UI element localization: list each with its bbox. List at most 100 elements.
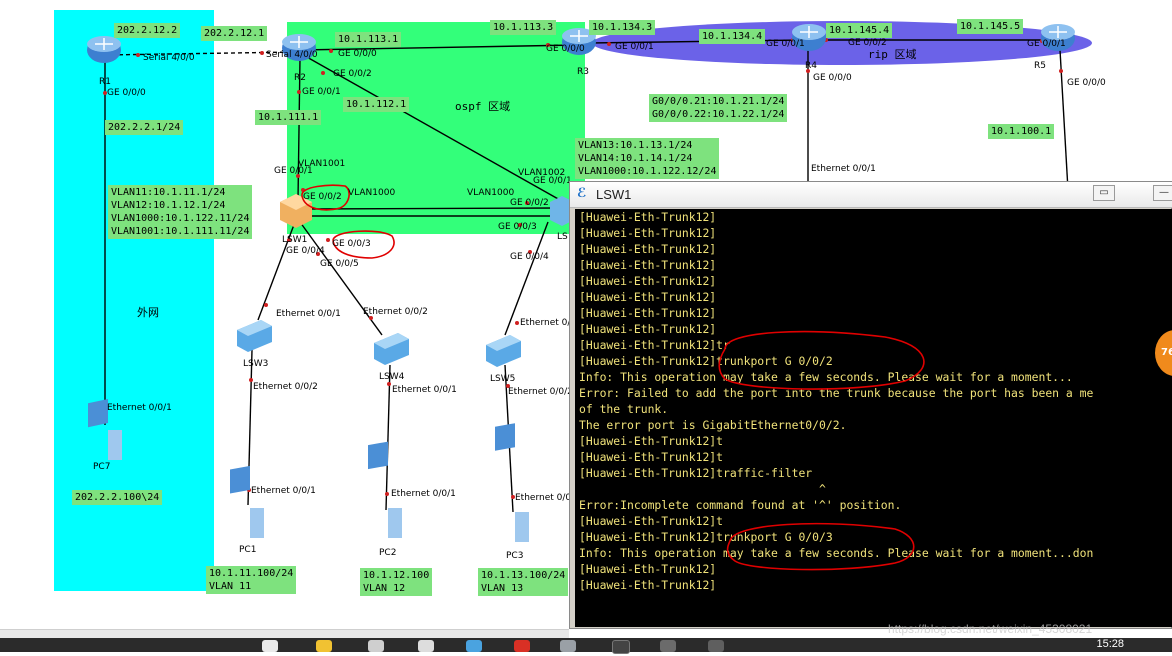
port-lsw1-g005: GE 0/0/5 [320, 259, 359, 269]
watermark: https://blog.csdn.net/weixin_45308021 [888, 622, 1093, 636]
port-lsw2-g003: GE 0/0/3 [498, 222, 537, 232]
label-pc3-ip: 10.1.13.100/24 VLAN 13 [478, 568, 569, 596]
link-lsw1-lsw2-a [304, 207, 561, 210]
taskbar: 15:28 [0, 638, 1172, 654]
console-line: [Huawei-Eth-Trunk12] [579, 562, 717, 576]
app-icon-9[interactable] [660, 640, 676, 652]
port-lsw2-g004: GE 0/0/4 [510, 252, 549, 262]
lsw1-name: LSW1 [282, 235, 308, 245]
label-r5-145: 10.1.145.5 [957, 19, 1024, 34]
console-line: Info: This operation may take a few seco… [579, 370, 1073, 384]
console-line: [Huawei-Eth-Trunk12]t [579, 450, 724, 464]
folder-icon[interactable] [316, 640, 332, 652]
console-line: of the trunk. [579, 402, 669, 416]
console-line: [Huawei-Eth-Trunk12] [579, 578, 717, 592]
label-r1-out: 202.2.2.1/24 [105, 120, 184, 135]
label-r3-134: 10.1.134.3 [589, 20, 656, 35]
port-lsw4-up: Ethernet 0/0/2 [363, 307, 428, 317]
access-switch-lsw3[interactable] [237, 320, 272, 352]
console-line: [Huawei-Eth-Trunk12] [579, 226, 717, 240]
console-line: Info: This operation may take a few seco… [579, 546, 1094, 560]
r4-name: R4 [805, 61, 817, 71]
app-icon-1[interactable] [262, 640, 278, 652]
port-r1-ge: GE 0/0/0 [107, 88, 146, 98]
r1-name: R1 [99, 77, 111, 87]
app-icon-7[interactable] [560, 640, 576, 652]
label-lsw1-vlans: VLAN11:10.1.11.1/24 VLAN12:10.1.12.1/24 … [108, 185, 253, 239]
terminal-app-icon: ℰ [577, 186, 587, 201]
console-line: Error:Incomplete command found at '^' po… [579, 498, 902, 512]
console-line: [Huawei-Eth-Trunk12] [579, 322, 717, 336]
console-line: Error: Failed to add the port into the t… [579, 386, 1094, 400]
port-lsw2-g002: GE 0/0/2 [510, 198, 549, 208]
label-r2-serial-ip: 202.2.12.1 [201, 26, 268, 41]
router-r1[interactable] [87, 36, 121, 63]
port-lsw1-g004: GE 0/0/4 [286, 246, 325, 256]
port-lsw2-g001: GE 0/0/1 [533, 176, 572, 186]
label-r4-145: 10.1.145.4 [826, 23, 893, 38]
console-line: [Huawei-Eth-Trunk12]trunkport G 0/0/3 [579, 530, 833, 544]
r2-name: R2 [294, 73, 306, 83]
pc2-name: PC2 [379, 548, 397, 558]
app-icon-10[interactable] [708, 640, 724, 652]
console-line: [Huawei-Eth-Trunk12] [579, 290, 717, 304]
port-r4-eth: Ethernet 0/0/1 [811, 164, 876, 174]
label-pc1-ip: 10.1.11.100/24 VLAN 11 [206, 566, 297, 594]
label-r5-100: 10.1.100.1 [988, 124, 1055, 139]
label-pc2-ip: 10.1.12.100 VLAN 12 [360, 568, 433, 596]
console-line: [Huawei-Eth-Trunk12]tr [579, 338, 730, 352]
taskbar-clock[interactable]: 15:28 [1096, 638, 1124, 650]
pc3-name: PC3 [506, 551, 524, 561]
port-r5-g001: GE 0/0/1 [1027, 39, 1066, 49]
port-lsw1-g002: GE 0/0/2 [303, 192, 342, 202]
label-r2-113: 10.1.113.1 [335, 32, 402, 47]
port-r3-g000: GE 0/0/0 [546, 44, 585, 54]
window-titlebar[interactable]: ℰ LSW1 ▭ — [570, 182, 1172, 208]
console-line: [Huawei-Eth-Trunk12]traffic-filter [579, 466, 813, 480]
browser-icon[interactable] [466, 640, 482, 652]
console-line: The error port is GigabitEthernet0/0/2. [579, 418, 847, 432]
port-r2-g001: GE 0/0/1 [302, 87, 341, 97]
console-line: [Huawei-Eth-Trunk12]trunkport G 0/0/2 [579, 354, 833, 368]
app-icon-6[interactable] [514, 640, 530, 652]
app-icon-4[interactable] [418, 640, 434, 652]
console-output[interactable]: [Huawei-Eth-Trunk12] [Huawei-Eth-Trunk12]… [575, 209, 1172, 627]
label-r2-112: 10.1.112.1 [343, 97, 410, 112]
console-line: [Huawei-Eth-Trunk12]t [579, 434, 724, 448]
label-r4-subifs: G0/0/0.21:10.1.21.1/24 G0/0/0.22:10.1.22… [649, 94, 788, 122]
pc-pc1[interactable] [230, 465, 264, 538]
console-lines: [Huawei-Eth-Trunk12] [Huawei-Eth-Trunk12]… [575, 209, 1172, 593]
port-vlan1000-a: VLAN1000 [348, 188, 396, 198]
restore-button[interactable]: ▭ [1093, 185, 1115, 201]
label-r3-113: 10.1.113.3 [490, 20, 557, 35]
console-line: [Huawei-Eth-Trunk12] [579, 306, 717, 320]
window-title: LSW1 [596, 187, 632, 202]
port-pc1-eth: Ethernet 0/0/1 [251, 486, 316, 496]
link-lsw4-pc2 [385, 364, 391, 511]
label-lsw2-vlans: VLAN13:10.1.13.1/24 VLAN14:10.1.14.1/24 … [575, 138, 720, 179]
lsw5-name: LSW5 [490, 374, 516, 384]
app-icon-3[interactable] [368, 640, 384, 652]
console-line: [Huawei-Eth-Trunk12]t [579, 514, 724, 528]
ospf-area-label: ospf 区域 [455, 100, 511, 113]
port-r4-g001: GE 0/0/1 [766, 39, 805, 49]
port-r2-serial: Serial 4/0/0 [266, 50, 318, 60]
port-r5-g000: GE 0/0/0 [1067, 78, 1106, 88]
console-line: [Huawei-Eth-Trunk12] [579, 258, 717, 272]
access-switch-lsw5[interactable] [486, 335, 521, 367]
outside-area-label: 外网 [137, 306, 159, 319]
port-r2-g002: GE 0/0/2 [333, 69, 372, 79]
access-switch-lsw4[interactable] [374, 333, 409, 365]
label-r2-111: 10.1.111.1 [255, 110, 322, 125]
pc7-name: PC7 [93, 462, 111, 472]
port-pc7-eth: Ethernet 0/0/1 [107, 403, 172, 413]
port-lsw5-dn: Ethernet 0/0/2 [508, 387, 573, 397]
lsw4-name: LSW4 [379, 372, 405, 382]
lsw2-name: LS [557, 232, 568, 242]
lsw1-console-window[interactable]: ℰ LSW1 ▭ — [Huawei-Eth-Trunk12] [Huawei-E… [569, 181, 1172, 629]
port-r1-serial: Serial 4/0/0 [143, 53, 195, 63]
minimize-button[interactable]: — [1153, 185, 1172, 201]
rip-area-label: rip 区域 [868, 48, 917, 61]
console-line: [Huawei-Eth-Trunk12] [579, 242, 717, 256]
label-r4-134: 10.1.134.4 [699, 29, 766, 44]
